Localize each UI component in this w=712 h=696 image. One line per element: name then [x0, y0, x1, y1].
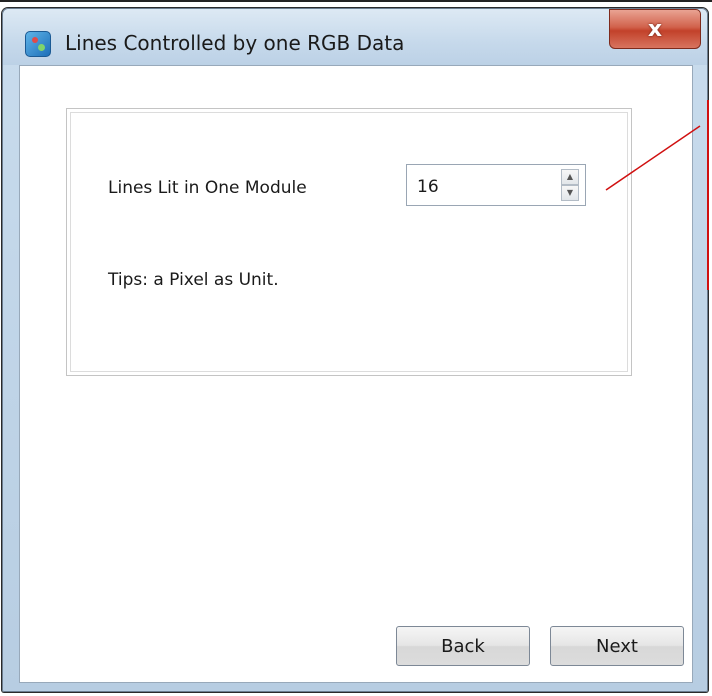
- lines-lit-value[interactable]: 16: [417, 177, 439, 197]
- close-button[interactable]: x: [609, 9, 701, 49]
- dialog-window: Lines Controlled by one RGB Data x Lines…: [2, 8, 708, 692]
- dialog-content: Lines Lit in One Module 16 ▲ ▼ Tips: a P…: [19, 65, 693, 683]
- title-bar[interactable]: Lines Controlled by one RGB Data x: [3, 9, 707, 65]
- lines-lit-spinbox[interactable]: 16 ▲ ▼: [406, 164, 586, 206]
- app-icon: [25, 31, 51, 57]
- back-button[interactable]: Back: [396, 626, 530, 666]
- screen-top-edge: [0, 0, 712, 2]
- close-icon: x: [647, 16, 663, 42]
- lines-lit-label: Lines Lit in One Module: [108, 178, 307, 198]
- spin-up-icon[interactable]: ▲: [561, 169, 579, 185]
- spin-arrows: ▲ ▼: [561, 169, 579, 201]
- window-title: Lines Controlled by one RGB Data: [65, 31, 405, 55]
- tips-text: Tips: a Pixel as Unit.: [108, 270, 279, 290]
- next-button[interactable]: Next: [550, 626, 684, 666]
- settings-group: [66, 108, 632, 376]
- spin-down-icon[interactable]: ▼: [561, 185, 579, 201]
